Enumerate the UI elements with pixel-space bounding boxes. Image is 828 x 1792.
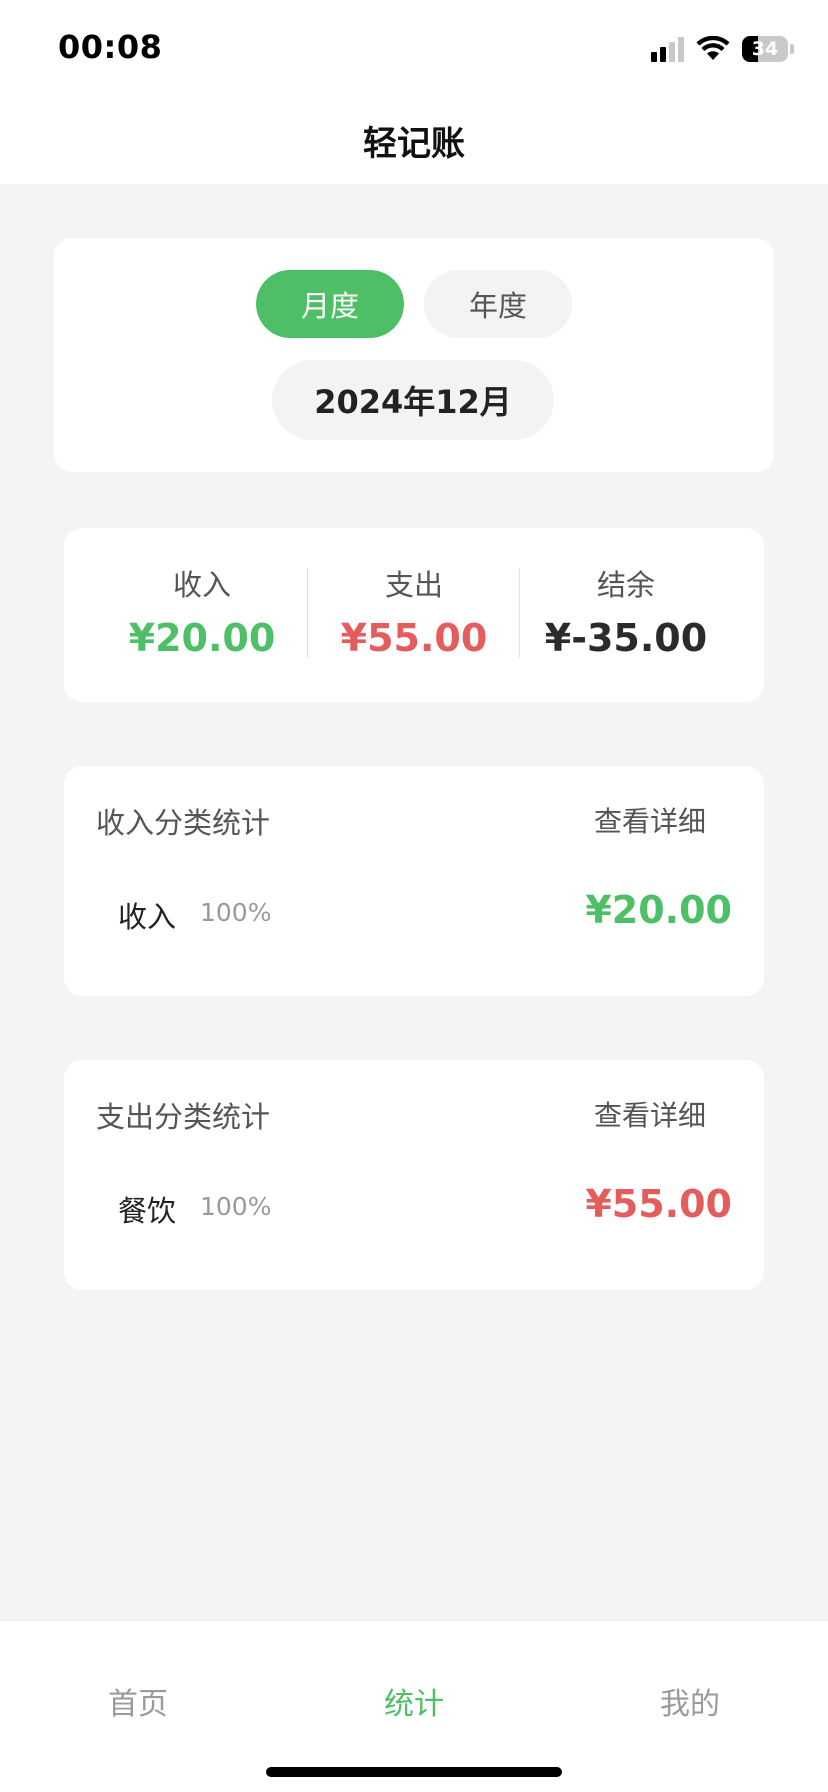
- income-category-name: 收入: [118, 900, 177, 934]
- page-title: 轻记账: [363, 124, 465, 164]
- expense-view-details-link[interactable]: 查看详细: [594, 1094, 706, 1134]
- status-icons: 34: [651, 34, 794, 64]
- home-indicator[interactable]: [266, 1767, 562, 1777]
- income-value: ¥20.00: [128, 616, 276, 660]
- expense-summary: 支出 ¥55.00: [308, 528, 520, 702]
- balance-label: 结余: [596, 568, 655, 602]
- balance-value: ¥-35.00: [544, 616, 708, 660]
- battery-icon: 34: [742, 36, 788, 62]
- date-picker[interactable]: 2024年12月: [272, 360, 554, 440]
- battery-cap: [790, 44, 794, 54]
- signal-icon: [651, 36, 684, 62]
- expense-value: ¥55.00: [340, 616, 488, 660]
- tab-monthly[interactable]: 月度: [256, 270, 404, 338]
- income-category-percent: 100%: [200, 898, 272, 927]
- expense-category-title: 支出分类统计: [96, 1100, 271, 1134]
- bottom-tab-bar: 首页 统计 我的: [0, 1620, 828, 1792]
- expense-category-percent: 100%: [200, 1192, 272, 1221]
- income-category-title: 收入分类统计: [96, 806, 271, 840]
- period-selector-card: 月度 年度 2024年12月: [54, 238, 774, 472]
- balance-summary: 结余 ¥-35.00: [520, 528, 732, 702]
- expense-category-amount: ¥55.00: [585, 1182, 732, 1226]
- tab-yearly[interactable]: 年度: [424, 270, 572, 338]
- income-summary: 收入 ¥20.00: [96, 528, 308, 702]
- expense-label: 支出: [384, 568, 443, 602]
- status-time: 00:08: [58, 28, 163, 66]
- tab-statistics[interactable]: 统计: [314, 1679, 514, 1723]
- wifi-icon: [696, 36, 730, 60]
- tab-profile[interactable]: 我的: [590, 1679, 790, 1723]
- top-bar: 00:08 34 轻记账: [0, 0, 828, 184]
- expense-category-name: 餐饮: [118, 1194, 177, 1228]
- income-category-card: 收入分类统计 查看详细 收入 100% ¥20.00: [64, 766, 764, 996]
- expense-category-card: 支出分类统计 查看详细 餐饮 100% ¥55.00: [64, 1060, 764, 1290]
- battery-level: 34: [751, 38, 779, 60]
- tab-home[interactable]: 首页: [38, 1679, 238, 1723]
- income-label: 收入: [172, 568, 231, 602]
- income-view-details-link[interactable]: 查看详细: [594, 800, 706, 840]
- summary-card: 收入 ¥20.00 支出 ¥55.00 结余 ¥-35.00: [64, 528, 764, 702]
- income-category-amount: ¥20.00: [585, 888, 732, 932]
